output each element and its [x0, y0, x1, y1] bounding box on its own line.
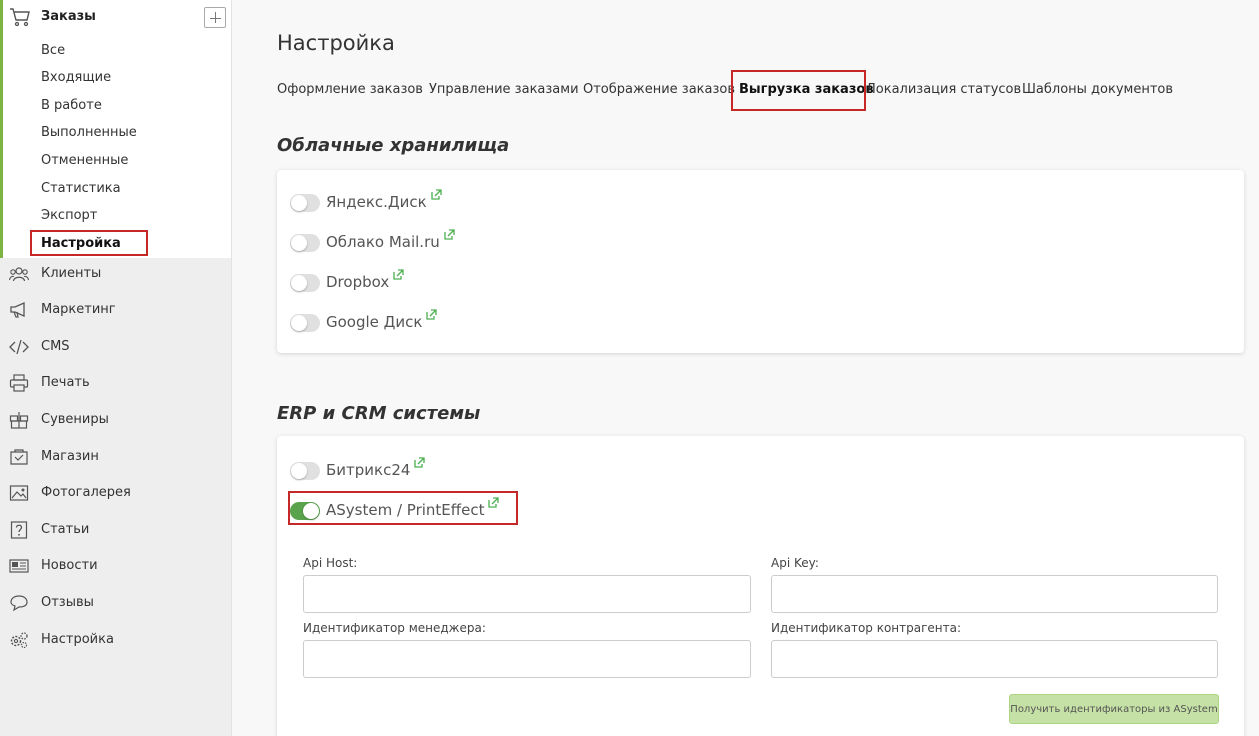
question-icon: [10, 521, 28, 539]
sidebar-item-clients[interactable]: Клиенты: [0, 259, 231, 289]
sidebar-item-label: Настройка: [41, 632, 114, 647]
yandex-toggle[interactable]: [290, 194, 320, 212]
tab-document-templates[interactable]: Шаблоны документов: [1022, 82, 1173, 97]
dropbox-toggle[interactable]: [290, 274, 320, 292]
cloud-item-name: Яндекс.Диск: [326, 193, 427, 211]
sidebar-item-settings[interactable]: Настройка: [0, 625, 231, 655]
sidebar-item-cancelled[interactable]: Отмененные: [41, 153, 128, 168]
add-order-button[interactable]: [204, 7, 226, 28]
newspaper-icon: [9, 559, 29, 573]
manager-id-input[interactable]: [303, 640, 751, 678]
cloud-item-name: Dropbox: [326, 273, 390, 291]
sidebar-item-export[interactable]: Экспорт: [41, 208, 97, 223]
sidebar-item-label: CMS: [41, 339, 70, 354]
sidebar-item-label: Отзывы: [41, 595, 94, 610]
printer-icon: [9, 374, 29, 392]
sidebar-item-in-progress[interactable]: В работе: [41, 98, 102, 113]
orders-title: Заказы: [41, 9, 96, 24]
cloud-item-name: Google Диск: [326, 313, 423, 331]
contractor-id-label: Идентификатор контрагента:: [771, 621, 962, 635]
sidebar-item-label: Маркетинг: [41, 302, 116, 317]
sidebar-item-label: Сувениры: [41, 412, 109, 427]
manager-id-label: Идентификатор менеджера:: [303, 621, 486, 635]
sidebar-item-completed[interactable]: Выполненные: [41, 125, 137, 140]
highlight-box-sidebar: [30, 230, 148, 256]
external-link-icon[interactable]: [425, 309, 438, 321]
sidebar-item-label: Клиенты: [41, 266, 102, 281]
sidebar-item-label: Фотогалерея: [41, 485, 131, 500]
gift-icon: [9, 412, 29, 429]
sidebar-item-articles[interactable]: Статьи: [0, 515, 231, 545]
erp-item-name: Битрикс24: [326, 461, 411, 479]
sidebar-item-gallery[interactable]: Фотогалерея: [0, 478, 231, 508]
page-title: Настройка: [277, 31, 395, 55]
megaphone-icon: [10, 301, 25, 318]
sidebar-item-reviews[interactable]: Отзывы: [0, 588, 231, 618]
sidebar-item-cms[interactable]: CMS: [0, 332, 231, 362]
gears-icon: [10, 632, 28, 649]
sidebar-item-label: Печать: [41, 375, 90, 390]
highlight-box-tab: [731, 70, 866, 111]
api-key-label: Api Key:: [771, 556, 819, 570]
chat-icon: [10, 595, 28, 612]
external-link-icon[interactable]: [443, 229, 455, 241]
erp-card: Битрикс24 ASystem / PrintEffect Api Host…: [277, 436, 1244, 736]
sidebar: Заказы Все Входящие В работе Выполненные…: [0, 0, 232, 736]
erp-section-title: ERP и CRM системы: [277, 403, 481, 424]
sidebar-item-label: Новости: [41, 558, 98, 573]
cloud-card: Яндекс.Диск Облако Mail.ru Dropbox Googl…: [277, 170, 1244, 353]
api-host-label: Api Host:: [303, 556, 358, 570]
external-link-icon[interactable]: [430, 189, 442, 201]
contractor-id-input[interactable]: [771, 640, 1218, 678]
tab-order-management[interactable]: Управление заказами: [429, 82, 579, 97]
tab-order-display[interactable]: Отображение заказов: [583, 82, 735, 97]
fetch-ids-button[interactable]: Получить идентификаторы из ASystem: [1009, 694, 1219, 724]
cloud-section-title: Облачные хранилища: [277, 135, 510, 156]
sidebar-item-marketing[interactable]: Маркетинг: [0, 295, 231, 325]
cart-icon: [10, 8, 30, 27]
users-icon: [9, 267, 29, 282]
tab-order-design[interactable]: Оформление заказов: [277, 82, 423, 97]
main-content: Настройка Оформление заказов Управление …: [232, 0, 1259, 736]
external-link-icon[interactable]: [413, 457, 426, 469]
image-icon: [9, 485, 29, 501]
sidebar-item-all[interactable]: Все: [41, 43, 65, 58]
sidebar-item-print[interactable]: Печать: [0, 368, 231, 398]
code-icon: [9, 339, 29, 355]
shop-icon: [10, 449, 28, 465]
api-host-input[interactable]: [303, 575, 751, 613]
cloud-item-name: Облако Mail.ru: [326, 233, 440, 251]
sidebar-item-statistics[interactable]: Статистика: [41, 181, 121, 196]
bitrix-toggle[interactable]: [290, 462, 320, 480]
orders-header[interactable]: Заказы: [3, 0, 231, 36]
sidebar-item-label: Магазин: [41, 449, 99, 464]
orders-section: Заказы Все Входящие В работе Выполненные…: [0, 0, 231, 258]
sidebar-item-shop[interactable]: Магазин: [0, 442, 231, 472]
mailru-toggle[interactable]: [290, 234, 320, 252]
google-toggle[interactable]: [290, 314, 320, 332]
sidebar-item-incoming[interactable]: Входящие: [41, 70, 111, 85]
sidebar-item-souvenirs[interactable]: Сувениры: [0, 405, 231, 435]
highlight-box-asystem: [288, 491, 518, 525]
sidebar-item-news[interactable]: Новости: [0, 551, 231, 581]
external-link-icon[interactable]: [392, 269, 404, 281]
tab-status-localization[interactable]: Локализация статусов: [866, 82, 1021, 97]
sidebar-item-label: Статьи: [41, 522, 90, 537]
api-key-input[interactable]: [771, 575, 1218, 613]
